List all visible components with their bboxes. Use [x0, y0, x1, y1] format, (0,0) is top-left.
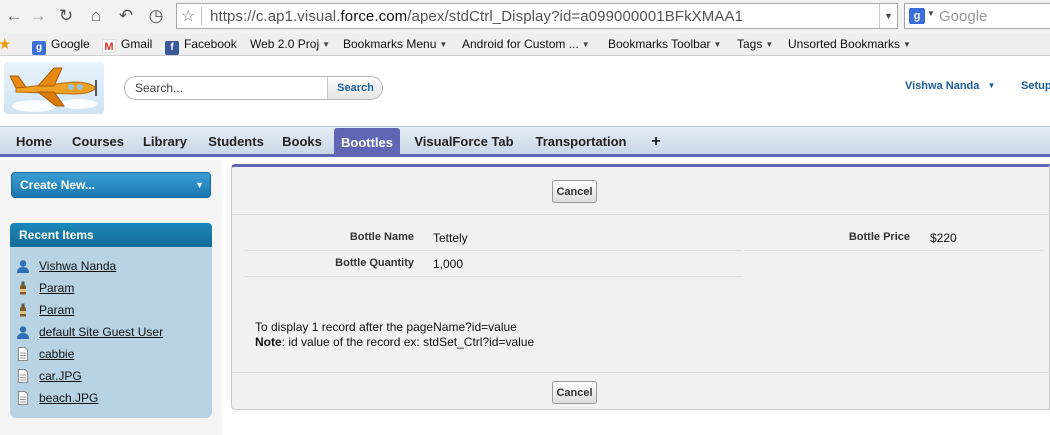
- gmail-icon: M: [102, 39, 116, 53]
- field-divider: [244, 250, 742, 251]
- record-detail-panel: Cancel Bottle Name Tettely Bottle Price …: [231, 164, 1050, 410]
- bookmark-folder-android[interactable]: Android for Custom ... ▼: [462, 37, 590, 51]
- recent-items-header: Recent Items: [10, 223, 212, 247]
- user-menu[interactable]: Vishwa Nanda ▼: [905, 80, 995, 92]
- tab-students[interactable]: Students: [202, 127, 270, 155]
- url-domain: force.com: [340, 8, 408, 25]
- tab-library[interactable]: Library: [136, 127, 194, 155]
- bookmark-facebook[interactable]: f Facebook: [165, 37, 237, 55]
- cancel-button[interactable]: Cancel: [552, 381, 597, 404]
- browser-search-placeholder: Google: [939, 8, 988, 25]
- back-icon[interactable]: ←: [4, 6, 24, 26]
- undo-icon[interactable]: ↶: [116, 6, 136, 26]
- bottle-price-value: $220: [930, 231, 957, 245]
- search-button[interactable]: Search: [327, 77, 382, 99]
- add-tab-button[interactable]: +: [646, 127, 666, 155]
- url-path: /apex/stdCtrl_Display?id=a099000001BFkXM…: [407, 8, 744, 25]
- top-button-row: Cancel: [232, 167, 1050, 215]
- field-divider: [244, 276, 742, 277]
- chevron-down-icon: ▼: [903, 40, 911, 49]
- google-icon: g: [32, 41, 46, 55]
- bookmark-folder-toolbar[interactable]: Bookmarks Toolbar ▼: [608, 37, 721, 51]
- user-icon: [16, 259, 30, 273]
- browser-toolbar: ← → ↻ ⌂ ↶ ◷ ☆ https://c.ap1.visual.force…: [0, 0, 1050, 33]
- cancel-button[interactable]: Cancel: [552, 180, 597, 203]
- document-icon: [16, 391, 30, 405]
- recent-item[interactable]: beach.JPG: [16, 388, 98, 408]
- sidebar: Create New... ▼ Recent Items Vishwa Nand…: [0, 160, 222, 435]
- url-text[interactable]: https://c.ap1.visual.force.com/apex/stdC…: [210, 8, 743, 25]
- company-logo[interactable]: [4, 62, 104, 114]
- chevron-down-icon: ▼: [322, 40, 331, 49]
- field-divider: [744, 250, 1044, 251]
- bottle-icon: [16, 281, 30, 295]
- chevron-down-icon: ▼: [765, 40, 774, 49]
- bookmark-folder-unsorted[interactable]: Unsorted Bookmarks ▼: [788, 37, 911, 51]
- document-icon: [16, 347, 30, 361]
- bottle-price-label: Bottle Price: [848, 231, 910, 243]
- bookmark-gmail[interactable]: M Gmail: [102, 37, 152, 53]
- bookmark-folder-tags[interactable]: Tags ▼: [737, 37, 773, 51]
- url-prefix: https://c.ap1.visual.: [210, 8, 341, 25]
- bookmark-folder-web2[interactable]: Web 2.0 Proj ▼: [250, 37, 330, 51]
- bookmark-star-icon[interactable]: ☆: [181, 6, 195, 26]
- airplane-logo-icon: [9, 67, 97, 112]
- reload-icon[interactable]: ↻: [56, 6, 76, 26]
- forward-icon[interactable]: →: [28, 6, 48, 26]
- bottom-button-row: Cancel: [232, 372, 1050, 410]
- tab-courses[interactable]: Courses: [66, 127, 130, 155]
- address-bar[interactable]: ☆ https://c.ap1.visual.force.com/apex/st…: [176, 3, 898, 29]
- user-icon: [16, 325, 30, 339]
- tab-home[interactable]: Home: [6, 127, 62, 155]
- bookmark-google[interactable]: g Google: [32, 37, 90, 55]
- chevron-down-icon: ▼: [581, 40, 590, 49]
- create-new-button[interactable]: Create New... ▼: [11, 172, 211, 198]
- search-input[interactable]: [125, 77, 326, 99]
- note-label: Note: [255, 335, 282, 349]
- note-line-1: To display 1 record after the pageName?i…: [255, 320, 517, 334]
- bottle-name-value: Tettely: [433, 231, 468, 245]
- recent-item[interactable]: Param: [16, 278, 74, 298]
- browser-search-box[interactable]: g ▼ Google: [904, 3, 1050, 29]
- google-search-icon[interactable]: g: [909, 8, 925, 24]
- tab-boottles[interactable]: Boottles: [334, 128, 400, 155]
- recent-item[interactable]: Param: [16, 300, 74, 320]
- recent-item[interactable]: default Site Guest User: [16, 322, 163, 342]
- search-engine-caret-icon[interactable]: ▼: [927, 9, 935, 18]
- facebook-icon: f: [165, 41, 179, 55]
- user-name: Vishwa Nanda: [905, 80, 980, 92]
- recent-item[interactable]: cabbie: [16, 344, 74, 364]
- chevron-down-icon: ▼: [195, 180, 204, 190]
- create-new-label: Create New...: [20, 178, 95, 192]
- tab-books[interactable]: Books: [277, 127, 327, 155]
- chevron-down-icon: ▼: [713, 40, 722, 49]
- tab-visualforce[interactable]: VisualForce Tab: [406, 127, 522, 155]
- note-text: : id value of the record ex: stdSet_Ctrl…: [281, 335, 535, 349]
- tab-transportation[interactable]: Transportation: [528, 127, 634, 155]
- bookmarks-star-icon: ★: [0, 36, 12, 53]
- global-search: Search: [124, 76, 383, 100]
- recent-item[interactable]: Vishwa Nanda: [16, 256, 116, 276]
- address-divider: [201, 7, 202, 25]
- bottle-quantity-value: 1,000: [433, 257, 464, 271]
- home-icon[interactable]: ⌂: [86, 6, 106, 26]
- url-dropdown-icon[interactable]: ▼: [879, 4, 897, 28]
- bottle-icon: [16, 303, 30, 317]
- history-icon[interactable]: ◷: [146, 6, 166, 26]
- recent-item[interactable]: car.JPG: [16, 366, 82, 386]
- note-line-2: Note: id value of the record ex: stdSet_…: [255, 335, 534, 349]
- chevron-down-icon: ▼: [987, 81, 996, 90]
- bottle-name-label: Bottle Name: [349, 231, 414, 243]
- bookmarks-bar: ★ g Google M Gmail f Facebook Web 2.0 Proj ▼…: [0, 33, 1050, 56]
- bottle-quantity-label: Bottle Quantity: [335, 257, 414, 269]
- bookmark-folder-menu[interactable]: Bookmarks Menu ▼: [343, 37, 447, 51]
- chevron-down-icon: ▼: [439, 40, 448, 49]
- app-tab-bar: Home Courses Library Students Books Boot…: [0, 126, 1050, 157]
- setup-link[interactable]: Setup: [1021, 80, 1050, 92]
- document-icon: [16, 369, 30, 383]
- recent-items-list: Vishwa Nanda Param Param default Site Gu…: [10, 247, 212, 418]
